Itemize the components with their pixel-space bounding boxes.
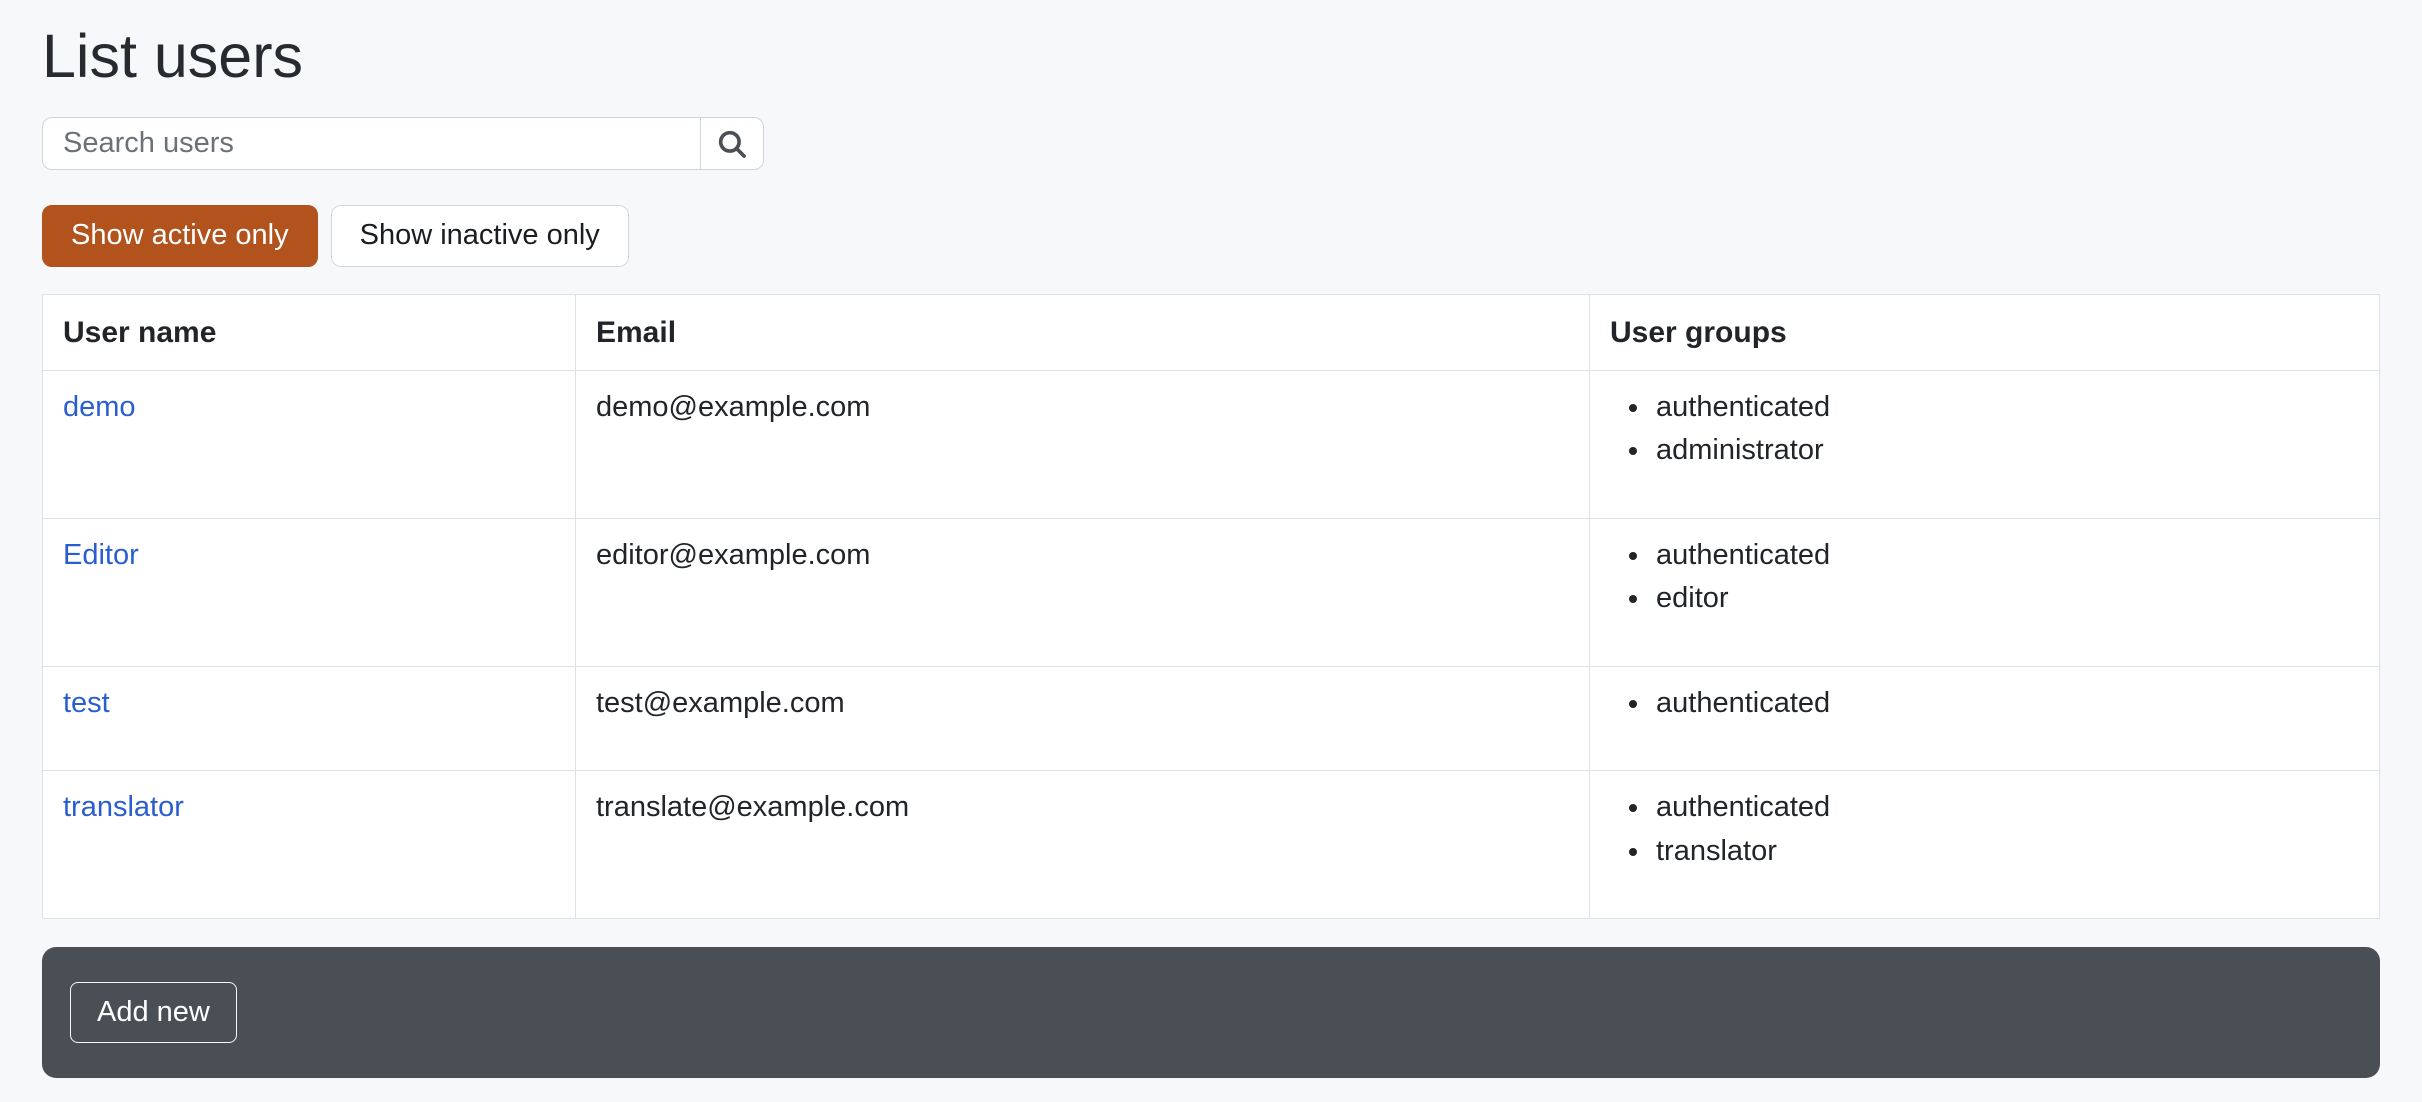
show-active-only-button[interactable]: Show active only <box>42 205 318 267</box>
user-group-item: translator <box>1652 830 2359 874</box>
user-groups-list: authenticatededitor <box>1610 534 2359 621</box>
user-link[interactable]: demo <box>63 391 136 423</box>
user-name-cell: Editor <box>43 518 576 666</box>
user-group-item: authenticated <box>1652 682 2359 726</box>
user-groups-cell: authenticated <box>1590 666 2380 771</box>
search-group <box>42 117 764 170</box>
column-header-user-name: User name <box>43 294 576 370</box>
user-groups-cell: authenticatedtranslator <box>1590 771 2380 919</box>
user-email-cell: translate@example.com <box>576 771 1590 919</box>
user-group-item: editor <box>1652 577 2359 621</box>
user-link[interactable]: translator <box>63 791 184 823</box>
footer-action-bar: Add new <box>42 947 2380 1078</box>
user-group-item: administrator <box>1652 429 2359 473</box>
table-row: test test@example.com authenticated <box>43 666 2380 771</box>
filter-buttons: Show active only Show inactive only <box>42 205 2380 267</box>
user-name-cell: translator <box>43 771 576 919</box>
search-input[interactable] <box>42 117 700 170</box>
table-row: Editor editor@example.com authenticatede… <box>43 518 2380 666</box>
column-header-email: Email <box>576 294 1590 370</box>
user-group-item: authenticated <box>1652 386 2359 430</box>
user-groups-list: authenticatedadministrator <box>1610 386 2359 473</box>
search-button[interactable] <box>700 117 764 170</box>
user-email-cell: editor@example.com <box>576 518 1590 666</box>
users-page: List users Show active only Show inactiv… <box>0 0 2422 1078</box>
user-link[interactable]: test <box>63 687 110 719</box>
user-name-cell: demo <box>43 370 576 518</box>
user-name-cell: test <box>43 666 576 771</box>
add-new-button[interactable]: Add new <box>70 982 237 1044</box>
user-groups-cell: authenticatededitor <box>1590 518 2380 666</box>
user-groups-cell: authenticatedadministrator <box>1590 370 2380 518</box>
user-groups-list: authenticated <box>1610 682 2359 726</box>
column-header-user-groups: User groups <box>1590 294 2380 370</box>
table-header-row: User name Email User groups <box>43 294 2380 370</box>
table-row: translator translate@example.com authent… <box>43 771 2380 919</box>
user-group-item: authenticated <box>1652 786 2359 830</box>
user-email-cell: demo@example.com <box>576 370 1590 518</box>
magnifier-icon <box>715 127 749 161</box>
show-inactive-only-button[interactable]: Show inactive only <box>331 205 629 267</box>
page-title: List users <box>42 20 2380 93</box>
table-body: demo demo@example.com authenticatedadmin… <box>43 370 2380 919</box>
table-row: demo demo@example.com authenticatedadmin… <box>43 370 2380 518</box>
users-table: User name Email User groups demo demo@ex… <box>42 294 2380 920</box>
user-link[interactable]: Editor <box>63 539 139 571</box>
user-group-item: authenticated <box>1652 534 2359 578</box>
user-groups-list: authenticatedtranslator <box>1610 786 2359 873</box>
user-email-cell: test@example.com <box>576 666 1590 771</box>
